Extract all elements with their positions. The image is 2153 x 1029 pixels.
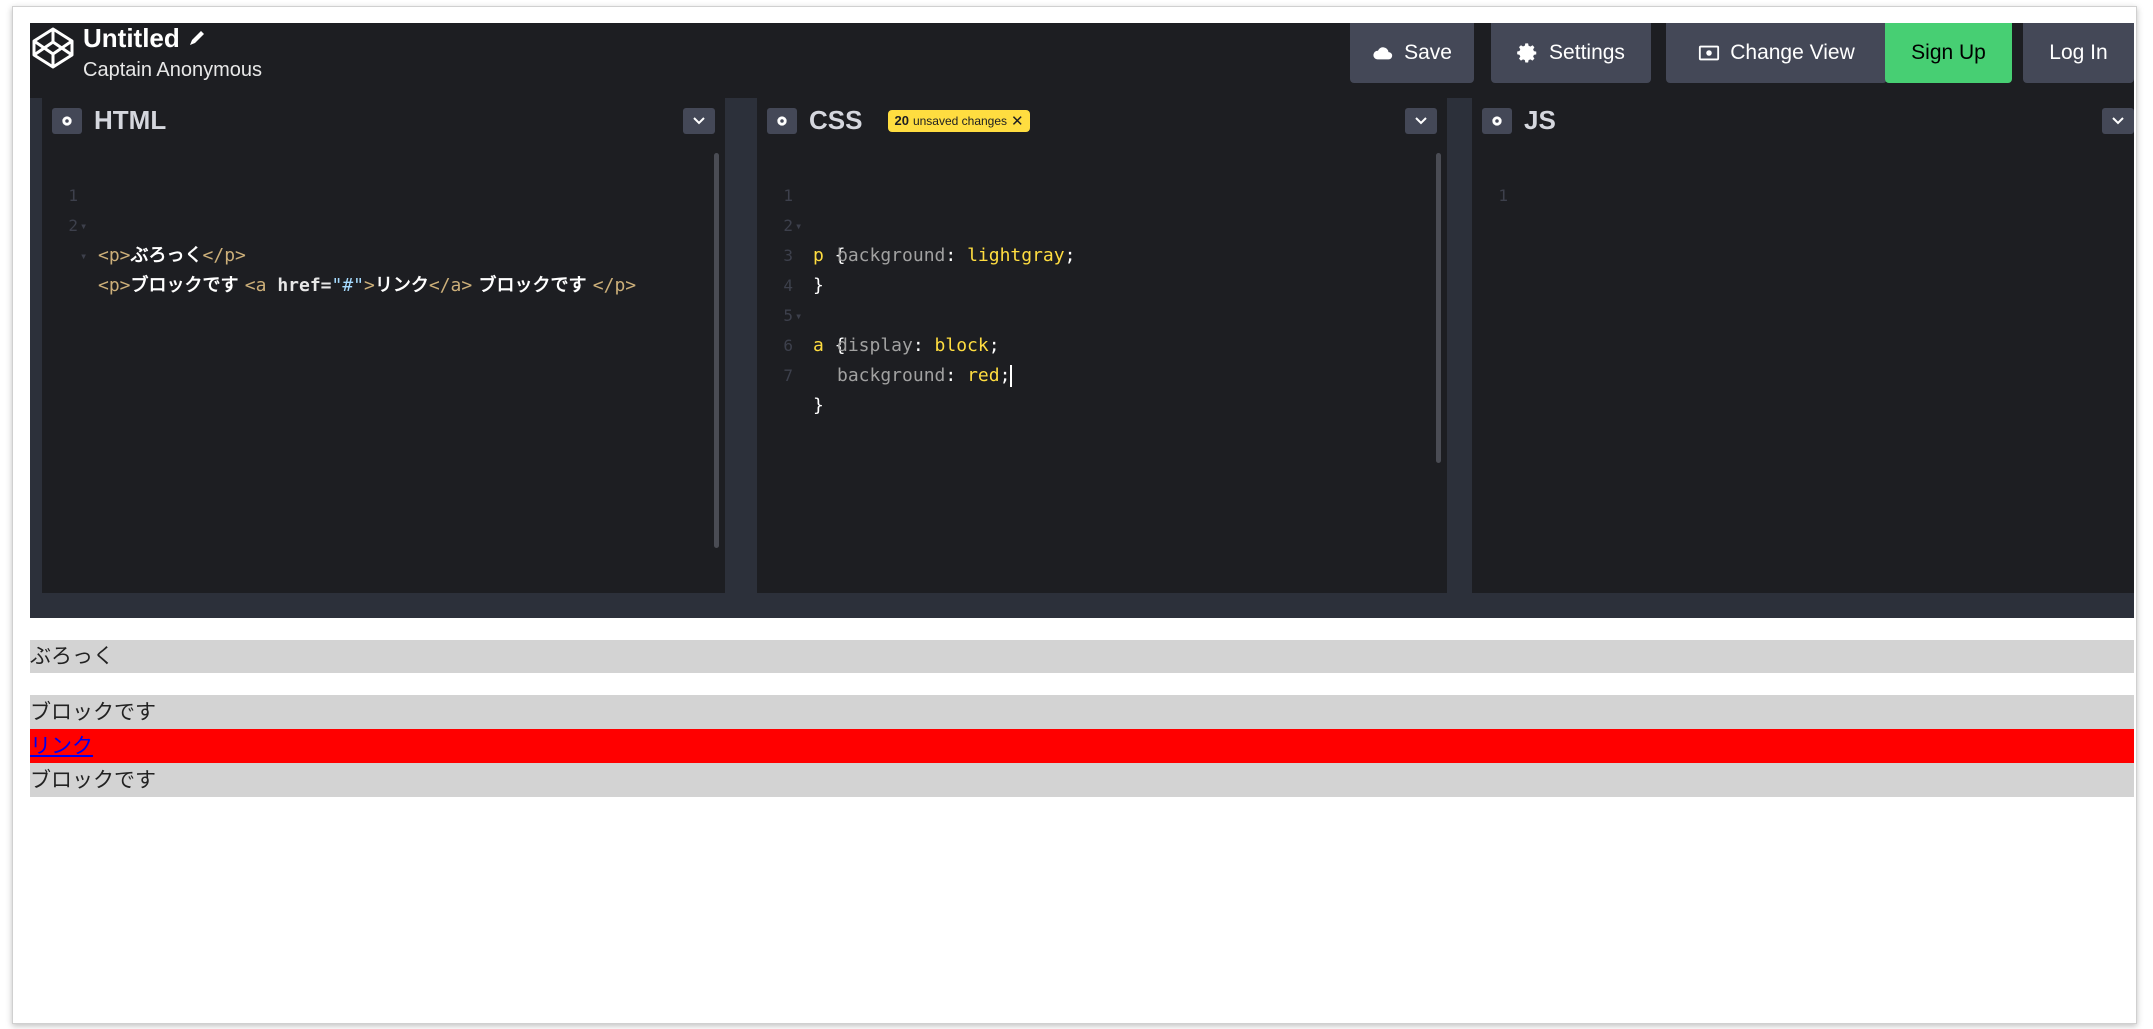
line-number: 2 (68, 216, 78, 235)
codepen-logo-icon[interactable] (30, 25, 76, 71)
code-line: 1 ▾ <p>ぶろっく</p> (42, 151, 725, 266)
html-code-area[interactable]: 1 ▾ <p>ぶろっく</p> 2 ▾ <p>ブロックです <a href="#… (42, 143, 725, 593)
code-token: : (945, 365, 968, 386)
unsaved-count: 20 (894, 113, 909, 128)
gear-icon (62, 115, 72, 126)
css-collapse-button[interactable] (1405, 108, 1437, 134)
code-text: <p>ブロックです <a href="#">リンク</a> ブロックです </p… (98, 271, 636, 301)
html-editor-title: HTML (94, 105, 167, 135)
unsaved-changes-badge[interactable]: 20 unsaved changes ✕ (888, 109, 1030, 132)
preview-resize-handle[interactable] (30, 593, 2134, 618)
code-line: 1 (1472, 151, 2134, 205)
gear-icon (1492, 115, 1502, 126)
line-number: 7 (783, 366, 793, 385)
change-view-label: Change View (1730, 41, 1855, 64)
log-in-label: Log In (2049, 41, 2108, 64)
owner-name: Captain Anonymous (83, 59, 263, 81)
view-icon (1699, 45, 1720, 61)
editor-resize-handle[interactable] (1447, 98, 1460, 593)
code-token: </p> (202, 245, 246, 266)
code-text: background: red; (837, 361, 1013, 391)
pen-title-block: Untitled Captain Anonymous (83, 23, 262, 83)
settings-button[interactable]: Settings (1491, 23, 1651, 83)
html-collapse-button[interactable] (683, 108, 715, 134)
preview-pane: ぶろっく ブロックです リンク ブロックです (30, 640, 2134, 797)
js-collapse-button[interactable] (2102, 108, 2134, 134)
line-number: 1 (1498, 186, 1508, 205)
css-settings-button[interactable] (767, 107, 797, 134)
code-token: ブロックです (472, 275, 593, 296)
code-token: } (813, 395, 824, 416)
html-editor-header: HTML (42, 98, 725, 143)
html-settings-button[interactable] (52, 107, 82, 134)
css-editor: CSS 20 unsaved changes ✕ 1 ▾ p { 2 backg… (747, 98, 1447, 593)
code-token: <a (244, 275, 278, 296)
js-settings-button[interactable] (1482, 107, 1512, 134)
code-token: "#" (331, 275, 365, 296)
save-button[interactable]: Save (1350, 23, 1474, 83)
js-editor-header: JS (1472, 98, 2134, 143)
chevron-down-icon (2112, 117, 2124, 125)
js-editor-title: JS (1524, 105, 1556, 135)
pen-title[interactable]: Untitled (83, 23, 262, 53)
editor-resize-handle[interactable] (725, 98, 747, 593)
code-token: > (364, 275, 375, 296)
code-token: <p> (98, 275, 131, 296)
code-line: 5 display: block; (757, 271, 1447, 356)
code-line: 6 background: red; (757, 301, 1447, 387)
text-cursor (1010, 365, 1013, 387)
preview-paragraph: ぶろっく (30, 640, 2134, 673)
scrollbar[interactable] (714, 153, 719, 548)
code-token: ぶろっく (130, 245, 203, 266)
settings-label: Settings (1549, 41, 1625, 64)
code-token: ; (999, 365, 1011, 386)
log-in-button[interactable]: Log In (2023, 23, 2134, 83)
code-line: 2 ▾ <p>ブロックです <a href="#">リンク</a> ブロックです… (42, 181, 725, 296)
code-line: 3 } (757, 211, 1447, 296)
sign-up-button[interactable]: Sign Up (1885, 23, 2012, 83)
css-code-area[interactable]: 1 ▾ p { 2 background: lightgray; 3 } 4 ▾… (757, 143, 1447, 593)
chevron-down-icon (693, 117, 705, 125)
scrollbar[interactable] (1436, 153, 1441, 463)
code-token: </p> (592, 275, 637, 296)
code-line: 2 background: lightgray; (757, 181, 1447, 266)
html-editor: HTML 1 ▾ <p>ぶろっく</p> 2 ▾ <p>ブロックです <a hr… (30, 98, 725, 593)
preview-link[interactable]: リンク (30, 729, 2134, 763)
code-token: </a> (428, 275, 473, 296)
cloud-icon (1373, 47, 1393, 60)
preview-text: ブロックです (30, 700, 156, 724)
fold-arrow[interactable]: ▾ (80, 241, 87, 271)
codepen-app: Untitled Captain Anonymous Save Settings… (30, 23, 2134, 618)
js-code-area[interactable]: 1 (1472, 143, 2134, 593)
code-text: } (813, 391, 824, 421)
unsaved-label: unsaved changes (912, 113, 1008, 128)
code-token: リンク (374, 275, 429, 296)
pencil-icon[interactable] (188, 29, 206, 47)
save-label: Save (1404, 41, 1452, 64)
code-line: 1 ▾ p { (757, 151, 1447, 266)
code-token: ブロックです (130, 275, 245, 296)
chevron-down-icon (1415, 117, 1427, 125)
gear-icon (777, 115, 787, 126)
code-line: 7 } (757, 331, 1447, 416)
gear-icon (1517, 43, 1537, 63)
pen-title-text[interactable]: Untitled (83, 23, 180, 53)
code-token: red (967, 365, 1000, 386)
close-icon[interactable]: ✕ (1011, 112, 1024, 130)
code-line: 4 ▾ a { (757, 241, 1447, 356)
preview-paragraph: ブロックです リンク ブロックです (30, 695, 2134, 797)
preview-text: ブロックです (30, 768, 156, 792)
change-view-button[interactable]: Change View (1666, 23, 1887, 83)
css-editor-header: CSS 20 unsaved changes ✕ (757, 98, 1447, 143)
sign-up-label: Sign Up (1911, 41, 1986, 64)
css-editor-title: CSS (809, 105, 863, 135)
js-editor: JS 1 (1460, 98, 2134, 593)
code-token: href= (277, 275, 332, 296)
code-token: background (837, 365, 946, 386)
header: Untitled Captain Anonymous Save Settings… (30, 23, 2134, 98)
